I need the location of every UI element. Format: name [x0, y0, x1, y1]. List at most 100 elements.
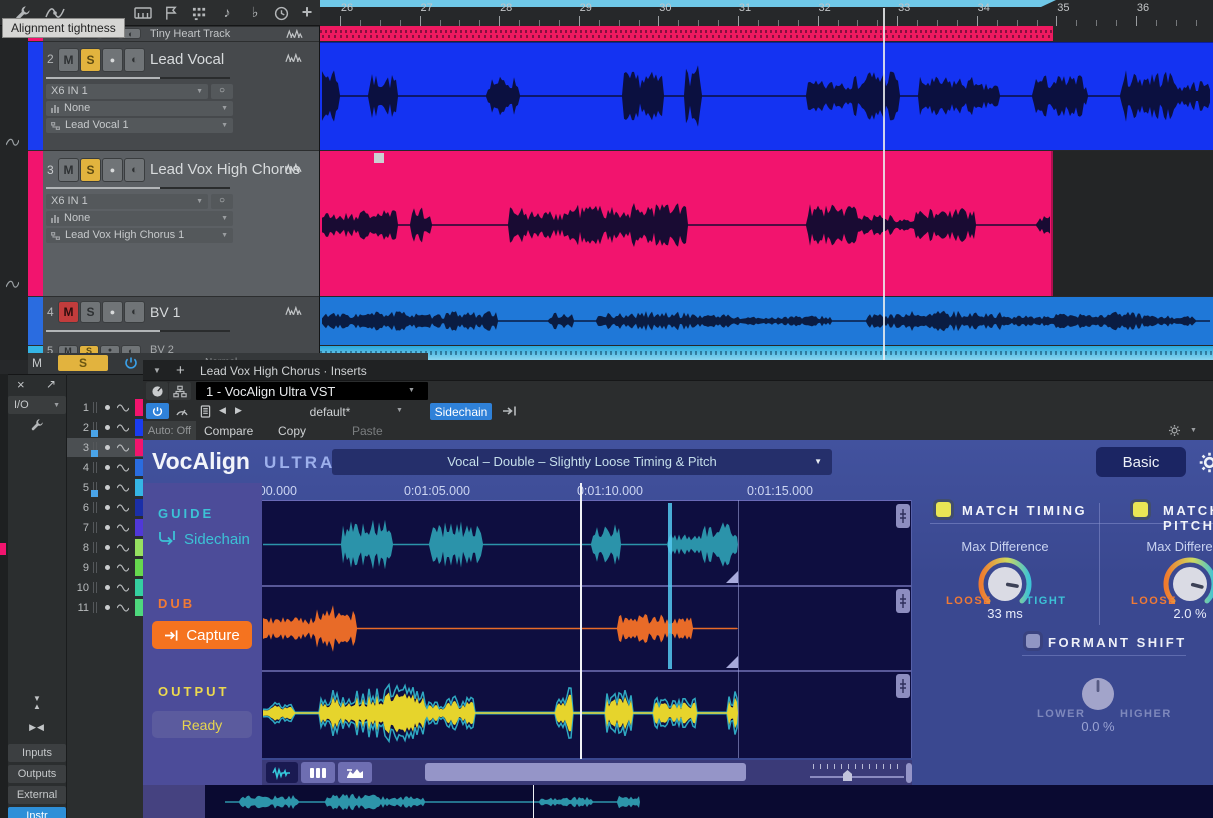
record-arm-button[interactable]: ● — [102, 158, 123, 182]
arranger-section-strip[interactable] — [320, 26, 1053, 41]
overview-playhead[interactable] — [533, 785, 534, 818]
volume-bar[interactable] — [46, 187, 230, 189]
collapse-icon[interactable]: ▼ — [153, 366, 161, 375]
vocalign-playhead[interactable] — [580, 483, 582, 759]
vocalign-settings-gear-icon[interactable] — [1198, 451, 1213, 474]
plugin-power-button[interactable] — [146, 403, 169, 419]
io-selector[interactable]: I/O▼ — [8, 396, 66, 414]
timing-value[interactable]: 33 ms — [945, 606, 1065, 621]
sidechain-button[interactable]: Sidechain — [430, 403, 492, 420]
chevron-down-icon[interactable]: ▼ — [1190, 427, 1197, 434]
automation-mode[interactable]: Auto: Off — [143, 421, 196, 440]
zoom-slider-track[interactable] — [810, 776, 904, 778]
add-insert-icon[interactable]: + — [176, 362, 185, 379]
track-name[interactable]: Lead Vocal — [150, 51, 224, 68]
monitor-button[interactable]: ◐ — [124, 48, 145, 72]
copy-button[interactable]: Copy — [278, 424, 306, 438]
input-select[interactable]: X6 IN 1▼ — [46, 194, 208, 209]
solo-button[interactable]: S — [80, 158, 101, 182]
auto-dial-icon[interactable] — [171, 403, 192, 419]
lane-gain-fader[interactable] — [896, 589, 910, 613]
edit-cursor[interactable] — [668, 503, 672, 669]
tool-tempo-clock-icon[interactable] — [270, 4, 292, 22]
capture-button[interactable]: Capture — [152, 621, 252, 649]
preset-name[interactable]: default* — [250, 405, 410, 419]
console-wrench-icon[interactable] — [8, 417, 66, 433]
track-header-4[interactable]: 4 M S ● ◐ BV 1 — [43, 297, 319, 345]
clip-bv2-strip[interactable] — [320, 346, 1213, 360]
guide-source-label[interactable]: Sidechain — [184, 531, 250, 548]
tool-add-icon[interactable]: + — [296, 2, 318, 22]
output-select[interactable]: Lead Vox High Chorus 1▼ — [46, 228, 233, 243]
pitch-value[interactable]: 2.0 % — [1130, 606, 1213, 621]
tool-metronome-bars-icon[interactable] — [132, 4, 154, 22]
solo-button[interactable]: S — [80, 48, 101, 72]
clip-handle[interactable] — [374, 153, 384, 163]
inputs-button[interactable]: Inputs — [8, 744, 66, 762]
chevron-down-icon[interactable]: ▼ — [396, 407, 403, 414]
basic-mode-button[interactable]: Basic — [1096, 447, 1186, 477]
track-name[interactable]: Lead Vox High Chorus — [150, 161, 300, 178]
collapse-horizontal-icon[interactable]: ▶◀ — [8, 716, 66, 738]
output-select[interactable]: Lead Vocal 1▼ — [46, 118, 233, 133]
input-select[interactable]: X6 IN 1▼ — [46, 84, 208, 99]
vertical-zoom-slider[interactable] — [906, 763, 912, 783]
compare-button[interactable]: Compare — [204, 424, 253, 438]
external-button[interactable]: External — [8, 786, 66, 804]
insert-select[interactable]: None▼ — [46, 211, 233, 226]
match-pitch-checkbox[interactable] — [1133, 502, 1148, 517]
lane-gain-fader[interactable] — [896, 504, 910, 528]
preset-file-icon[interactable] — [198, 403, 213, 419]
knob-mode-icon[interactable] — [146, 382, 168, 400]
routing-icon[interactable] — [169, 382, 191, 400]
tool-marker-flag-icon[interactable] — [160, 4, 182, 22]
close-icon[interactable]: × — [17, 377, 25, 392]
vocalign-preset-select[interactable]: Vocal – Double – Slightly Loose Timing &… — [332, 449, 832, 475]
clip-corner-handle[interactable] — [726, 656, 738, 668]
paste-button[interactable]: Paste — [352, 424, 383, 438]
record-arm-button[interactable]: ● — [102, 48, 123, 72]
output-status-button[interactable]: Ready — [152, 711, 252, 738]
formant-shift-checkbox[interactable] — [1026, 634, 1040, 648]
power-icon[interactable] — [124, 356, 138, 370]
instr-button[interactable]: Instr — [8, 807, 66, 818]
solo-button[interactable]: S — [80, 301, 101, 323]
mute-button[interactable]: M — [58, 301, 79, 323]
collapse-vertical-icon[interactable]: ▼▲ — [8, 692, 66, 714]
next-preset-icon[interactable]: ▶ — [235, 405, 242, 416]
mute-label[interactable]: M — [32, 356, 42, 370]
insert-select[interactable]: None▼ — [46, 101, 233, 116]
record-arm-button[interactable]: ● — [102, 301, 123, 323]
formant-value[interactable]: 0.0 % — [1056, 719, 1140, 734]
energy-view-button[interactable] — [338, 762, 372, 783]
input-monitor-button[interactable]: ○ — [211, 194, 233, 209]
volume-bar[interactable] — [46, 330, 230, 332]
plugin-settings-gear-icon[interactable] — [1168, 424, 1181, 437]
arrangement-playhead[interactable] — [883, 8, 885, 360]
input-monitor-button[interactable]: ○ — [211, 84, 233, 99]
track-header-3[interactable]: 3 M S ● ◐ Lead Vox High Chorus X6 IN 1▼ … — [43, 151, 319, 296]
volume-bar[interactable] — [46, 77, 230, 79]
waveform-view-button[interactable] — [266, 762, 298, 783]
detach-icon[interactable]: ↗ — [46, 377, 56, 391]
track-name[interactable]: BV 1 — [150, 304, 180, 320]
prev-preset-icon[interactable]: ◀ — [219, 405, 226, 416]
clip-corner-handle[interactable] — [726, 571, 738, 583]
tool-quantize-note-icon[interactable]: ♪ — [216, 3, 238, 21]
track-name[interactable]: Tiny Heart Track — [150, 28, 230, 40]
tool-grid-icon[interactable] — [188, 4, 210, 22]
solo-button[interactable]: S — [58, 355, 108, 371]
tool-flat-icon[interactable]: ♭ — [244, 3, 266, 21]
piano-view-button[interactable] — [301, 762, 335, 783]
monitor-button[interactable]: ◐ — [124, 301, 145, 323]
monitor-button[interactable]: ◐ — [124, 158, 145, 182]
track-header-2[interactable]: 2 M S ● ◐ Lead Vocal X6 IN 1▼ ○ None▼ Le… — [43, 42, 319, 150]
mute-button[interactable]: M — [58, 158, 79, 182]
horizontal-scrollbar[interactable] — [425, 763, 746, 781]
outputs-button[interactable]: Outputs — [8, 765, 66, 783]
mute-button[interactable]: M — [58, 48, 79, 72]
plugin-slot-select[interactable]: 1 - VocAlign Ultra VST ▼ — [196, 382, 428, 400]
insert-position-icon[interactable] — [502, 405, 518, 417]
loop-range-strip[interactable] — [320, 0, 1056, 7]
match-timing-checkbox[interactable] — [936, 502, 951, 517]
